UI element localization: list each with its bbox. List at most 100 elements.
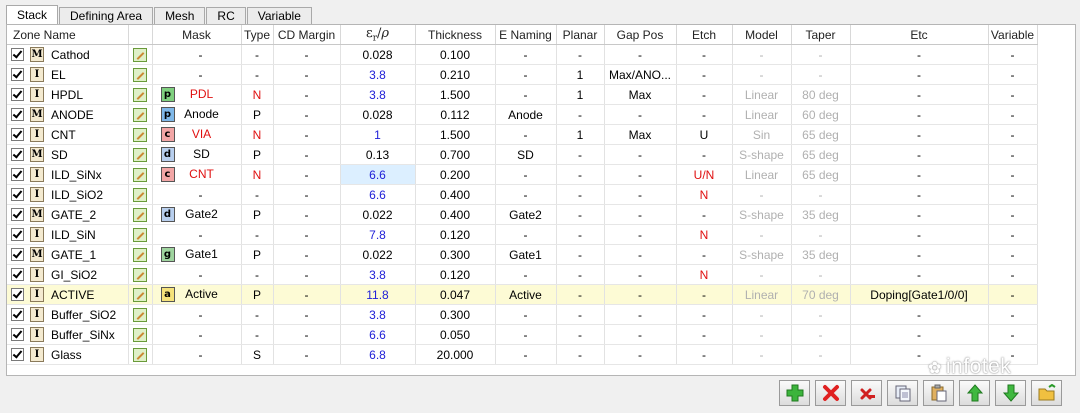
edit-icon[interactable]	[133, 147, 147, 162]
model-cell[interactable]: -	[732, 304, 792, 325]
epsilon-cell[interactable]: 1	[340, 124, 416, 145]
epsilon-cell[interactable]: 0.022	[340, 244, 416, 265]
epsilon-cell[interactable]: 6.8	[340, 344, 416, 365]
e-naming-cell[interactable]: Gate1	[495, 244, 557, 265]
epsilon-cell[interactable]: 0.028	[340, 104, 416, 125]
etch-cell[interactable]: -	[676, 284, 733, 305]
mask-cell[interactable]: d Gate2	[152, 204, 242, 225]
type-cell[interactable]: -	[241, 324, 274, 345]
model-cell[interactable]: -	[732, 184, 792, 205]
e-naming-cell[interactable]: -	[495, 344, 557, 365]
taper-cell[interactable]: 35 deg	[791, 244, 851, 265]
mask-cell[interactable]: -	[152, 64, 242, 85]
gap-pos-cell[interactable]: Max	[604, 124, 677, 145]
e-naming-cell[interactable]: -	[495, 124, 557, 145]
edit-cell[interactable]	[128, 184, 153, 205]
zone-name-cell[interactable]: I ACTIVE	[7, 284, 129, 305]
table-row[interactable]: I ILD_SiO2- - -6.6 0.400- - - N - - - -	[7, 184, 1038, 205]
table-row[interactable]: M GATE_2 d Gate2 P -0.022 0.400 Gate2- - - S-shape…	[7, 204, 1038, 225]
taper-cell[interactable]: -	[791, 64, 851, 85]
edit-icon[interactable]	[133, 267, 147, 282]
model-cell[interactable]: -	[732, 344, 792, 365]
etch-cell[interactable]: N	[676, 264, 733, 285]
zone-name-cell[interactable]: M GATE_1	[7, 244, 129, 265]
cd-margin-cell[interactable]: -	[273, 104, 341, 125]
planar-cell[interactable]: -	[556, 184, 605, 205]
etch-cell[interactable]: U	[676, 124, 733, 145]
etc-cell[interactable]: -	[850, 84, 989, 105]
model-cell[interactable]: Linear	[732, 284, 792, 305]
edit-cell[interactable]	[128, 264, 153, 285]
epsilon-cell[interactable]: 3.8	[340, 304, 416, 325]
etc-cell[interactable]: -	[850, 184, 989, 205]
move-up-button[interactable]	[959, 380, 990, 406]
model-cell[interactable]: S-shape	[732, 204, 792, 225]
edit-cell[interactable]	[128, 104, 153, 125]
planar-cell[interactable]: -	[556, 344, 605, 365]
mask-cell[interactable]: d SD	[152, 144, 242, 165]
zone-name-cell[interactable]: I HPDL	[7, 84, 129, 105]
gap-pos-cell[interactable]: -	[604, 284, 677, 305]
model-cell[interactable]: S-shape	[732, 244, 792, 265]
mask-cell[interactable]: c CNT	[152, 164, 242, 185]
e-naming-cell[interactable]: -	[495, 264, 557, 285]
add-button[interactable]	[779, 380, 810, 406]
edit-cell[interactable]	[128, 224, 153, 245]
cd-margin-cell[interactable]: -	[273, 64, 341, 85]
table-row[interactable]: I HPDL p PDL N -3.8 1.500-1 Max - Linear 80 deg - -	[7, 84, 1038, 105]
thickness-cell[interactable]: 0.400	[415, 184, 496, 205]
edit-icon[interactable]	[133, 47, 147, 62]
taper-cell[interactable]: 70 deg	[791, 284, 851, 305]
taper-cell[interactable]: 65 deg	[791, 124, 851, 145]
cd-margin-cell[interactable]: -	[273, 204, 341, 225]
visible-checkbox[interactable]	[11, 148, 24, 162]
thickness-cell[interactable]: 0.120	[415, 264, 496, 285]
visible-checkbox[interactable]	[11, 348, 24, 362]
mask-cell[interactable]: -	[152, 184, 242, 205]
cd-margin-cell[interactable]: -	[273, 244, 341, 265]
e-naming-cell[interactable]: -	[495, 224, 557, 245]
thickness-cell[interactable]: 0.200	[415, 164, 496, 185]
col-gap-pos[interactable]: Gap Pos	[604, 25, 677, 45]
etch-cell[interactable]: -	[676, 84, 733, 105]
edit-icon[interactable]	[133, 127, 147, 142]
gap-pos-cell[interactable]: -	[604, 344, 677, 365]
col-taper[interactable]: Taper	[791, 25, 851, 45]
epsilon-cell[interactable]: 0.022	[340, 204, 416, 225]
type-cell[interactable]: P	[241, 104, 274, 125]
model-cell[interactable]: -	[732, 64, 792, 85]
variable-cell[interactable]: -	[988, 304, 1038, 325]
gap-pos-cell[interactable]: -	[604, 104, 677, 125]
edit-cell[interactable]	[128, 244, 153, 265]
mask-cell[interactable]: p PDL	[152, 84, 242, 105]
zone-name-cell[interactable]: I Glass	[7, 344, 129, 365]
taper-cell[interactable]: -	[791, 44, 851, 65]
open-folder-button[interactable]	[1031, 380, 1062, 406]
e-naming-cell[interactable]: -	[495, 324, 557, 345]
tab-mesh[interactable]: Mesh	[154, 7, 206, 25]
edit-cell[interactable]	[128, 64, 153, 85]
etch-cell[interactable]: U/N	[676, 164, 733, 185]
gap-pos-cell[interactable]: Max/ANO...	[604, 64, 677, 85]
table-row[interactable]: M GATE_1 g Gate1 P -0.022 0.300 Gate1- - - S-shape…	[7, 244, 1038, 265]
etc-cell[interactable]: -	[850, 164, 989, 185]
visible-checkbox[interactable]	[11, 328, 24, 342]
edit-icon[interactable]	[133, 287, 147, 302]
type-cell[interactable]: P	[241, 204, 274, 225]
planar-cell[interactable]: 1	[556, 124, 605, 145]
col-zone-name[interactable]: Zone Name	[7, 25, 129, 45]
planar-cell[interactable]: -	[556, 204, 605, 225]
type-cell[interactable]: -	[241, 224, 274, 245]
thickness-cell[interactable]: 0.120	[415, 224, 496, 245]
zone-name-cell[interactable]: M Cathod	[7, 44, 129, 65]
edit-cell[interactable]	[128, 144, 153, 165]
etch-cell[interactable]: -	[676, 204, 733, 225]
edit-icon[interactable]	[133, 207, 147, 222]
type-cell[interactable]: N	[241, 164, 274, 185]
etc-cell[interactable]: -	[850, 44, 989, 65]
visible-checkbox[interactable]	[11, 308, 24, 322]
tab-defining-area[interactable]: Defining Area	[59, 7, 154, 25]
edit-cell[interactable]	[128, 284, 153, 305]
cd-margin-cell[interactable]: -	[273, 344, 341, 365]
taper-cell[interactable]: 80 deg	[791, 84, 851, 105]
